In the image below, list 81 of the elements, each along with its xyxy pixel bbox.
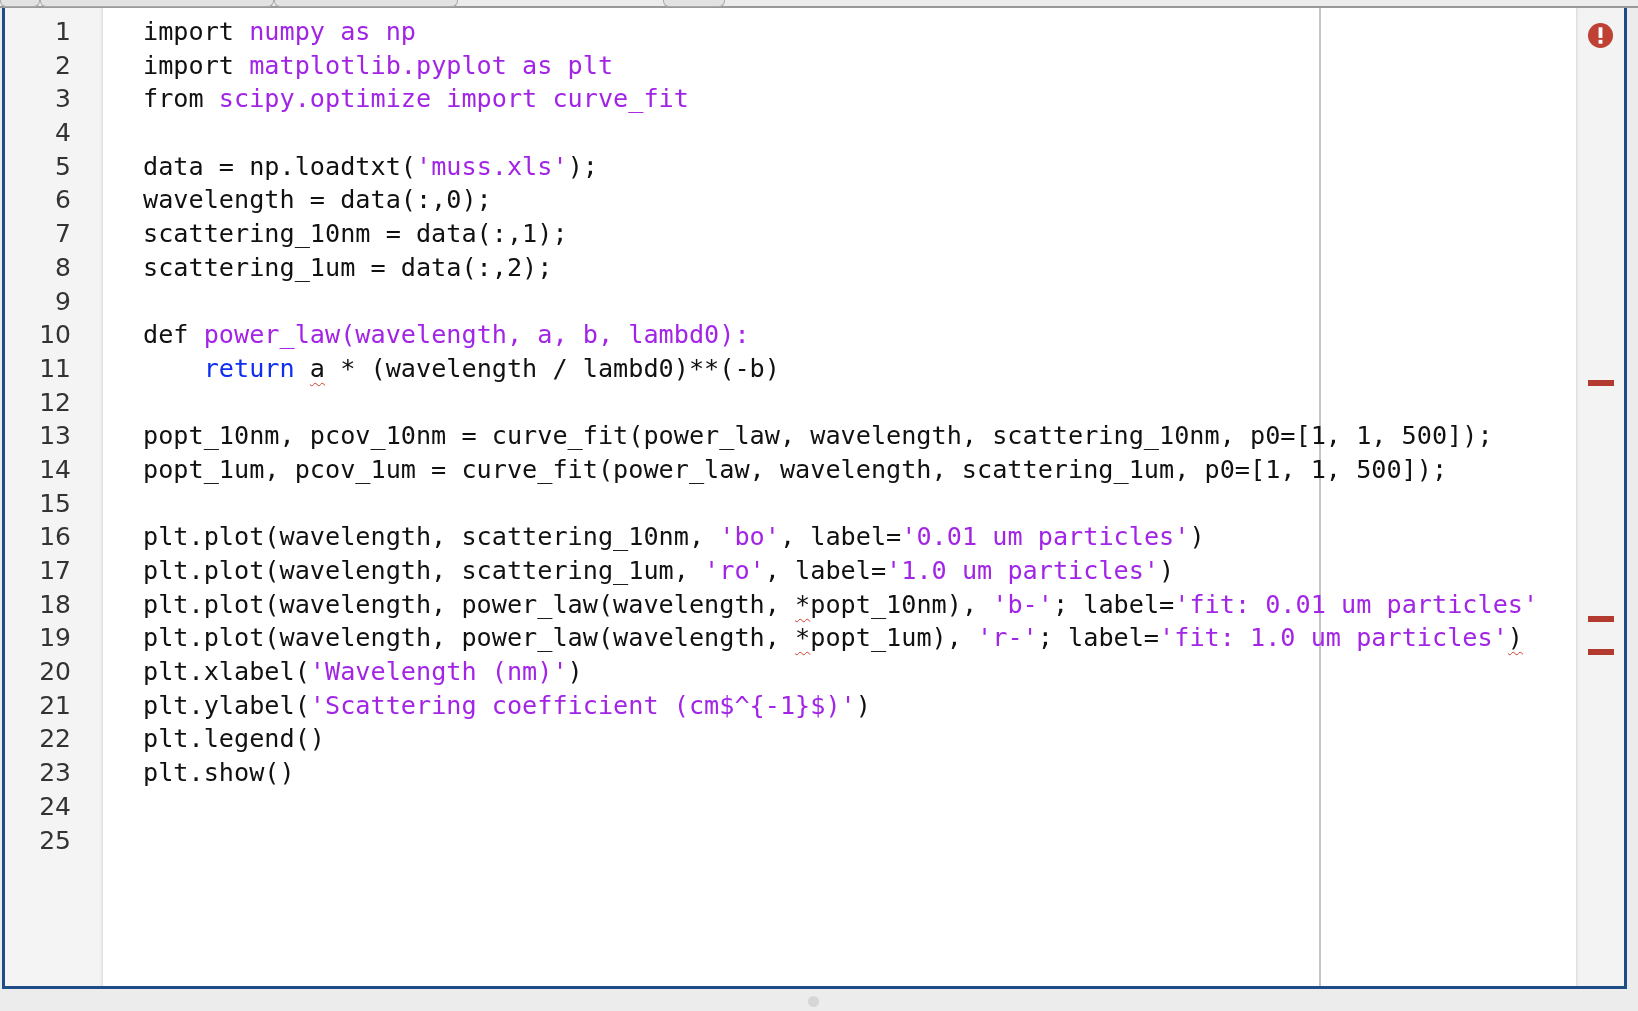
code-text: popt_10nm), xyxy=(810,589,979,619)
code-text: data = np.loadtxt( xyxy=(143,151,416,181)
code-text: plt.plot(wavelength, scattering_10nm, xyxy=(143,522,706,552)
string-literal: 'fit: 0.01 um particles' xyxy=(1174,589,1539,619)
code-text: plt.plot(wavelength, scattering_1um, xyxy=(143,556,690,585)
line-number: 16 xyxy=(39,522,71,552)
code-text: ) xyxy=(855,690,871,720)
code-text: ; label= xyxy=(1052,589,1175,619)
line-number: 23 xyxy=(39,758,71,788)
line-number: 25 xyxy=(39,825,71,855)
string-literal: 'bo' xyxy=(719,522,780,552)
code-editor[interactable] xyxy=(2,8,1627,989)
string-literal: 'muss.xls' xyxy=(415,151,568,181)
string-literal: power_law(wavelength, a, b, lambd0): xyxy=(203,320,750,350)
code-text: , label= xyxy=(764,556,887,585)
code-text: popt_10nm, pcov_10nm = curve_fit(power_law, wavelength, scattering_10nm, p0=[1, 1, 500]); xyxy=(143,421,1493,451)
line-number: 9 xyxy=(55,286,71,316)
string-literal: '1.0 um particles' xyxy=(886,556,1160,585)
line-number: 8 xyxy=(55,252,71,282)
code-text: ) xyxy=(1159,556,1175,585)
code-text: plt.legend() xyxy=(143,724,325,754)
error-marker[interactable] xyxy=(1588,379,1614,386)
code-text: plt.xlabel( xyxy=(143,657,310,687)
string-literal: matplotlib.pyplot as plt xyxy=(249,50,614,80)
code-text: scattering_10nm = data(:,1); xyxy=(143,219,568,249)
flagged-code: a xyxy=(309,353,325,383)
code-text: ; label= xyxy=(1037,623,1160,653)
line-number: 20 xyxy=(39,657,71,687)
error-icon[interactable] xyxy=(1587,22,1614,49)
code-text: ); xyxy=(567,151,598,181)
error-marker[interactable] xyxy=(1588,615,1614,622)
code-text: plt.show() xyxy=(143,758,295,788)
code-text: scattering_1um = data(:,2); xyxy=(143,252,553,282)
line-number: 2 xyxy=(55,50,71,80)
line-number: 12 xyxy=(39,387,71,417)
line-number: 10 xyxy=(39,320,71,350)
line-number: 17 xyxy=(39,556,71,585)
line-number: 24 xyxy=(39,791,71,821)
line-number: 13 xyxy=(39,421,71,451)
code-text: ) xyxy=(1189,522,1205,552)
code-text: from xyxy=(143,84,205,114)
code-text: import xyxy=(143,17,235,46)
flagged-code: ) xyxy=(1507,623,1523,653)
string-literal: 'Wavelength (nm)' xyxy=(309,657,568,687)
line-number: 15 xyxy=(39,488,71,518)
line-number: 19 xyxy=(39,623,71,653)
string-literal: numpy as np xyxy=(249,17,416,46)
code-text: plt.plot(wavelength, power_law(wavelength, xyxy=(143,623,781,653)
string-literal: 'b-' xyxy=(992,589,1053,619)
code-text: * (wavelength / lambd0)**(-b) xyxy=(339,353,780,383)
line-number: 5 xyxy=(55,151,71,181)
line-number: 3 xyxy=(55,84,71,114)
string-literal: 'ro' xyxy=(704,556,765,585)
line-number: 6 xyxy=(55,185,71,215)
code-text: popt_1um, pcov_1um = curve_fit(power_law, wavelength, scattering_1um, p0=[1, 1, 500]); xyxy=(143,454,1448,484)
line-number: 7 xyxy=(55,219,71,249)
string-literal: 'fit: 1.0 um particles' xyxy=(1159,623,1508,653)
line-number: 4 xyxy=(55,118,71,148)
string-literal: '0.01 um particles' xyxy=(901,522,1190,552)
line-number: 1 xyxy=(55,17,71,46)
code-text: ) xyxy=(567,657,583,687)
keyword: return xyxy=(203,353,296,383)
flagged-code: * xyxy=(795,589,811,619)
line-number: 11 xyxy=(39,353,71,383)
line-number: 18 xyxy=(39,589,71,619)
line-number: 14 xyxy=(39,454,71,484)
line-number: 21 xyxy=(39,690,71,720)
code-text: import xyxy=(143,50,235,80)
code-text: def xyxy=(143,320,190,350)
line-number: 22 xyxy=(39,724,71,754)
string-literal: scipy.optimize import curve_fit xyxy=(218,84,689,114)
code-text: plt.plot(wavelength, power_law(wavelength, xyxy=(143,589,781,619)
string-literal: $)' xyxy=(810,690,856,720)
string-literal: 'Scattering coefficient (cm$^{-1} xyxy=(309,690,811,720)
error-marker[interactable] xyxy=(1588,649,1614,656)
code-text: , label= xyxy=(779,522,902,552)
code-text: popt_1um), xyxy=(810,623,963,653)
string-literal: 'r-' xyxy=(977,623,1038,653)
flagged-code: * xyxy=(795,623,811,653)
code-text: wavelength = data(:,0); xyxy=(143,185,492,215)
code-text: plt.ylabel( xyxy=(143,690,310,720)
